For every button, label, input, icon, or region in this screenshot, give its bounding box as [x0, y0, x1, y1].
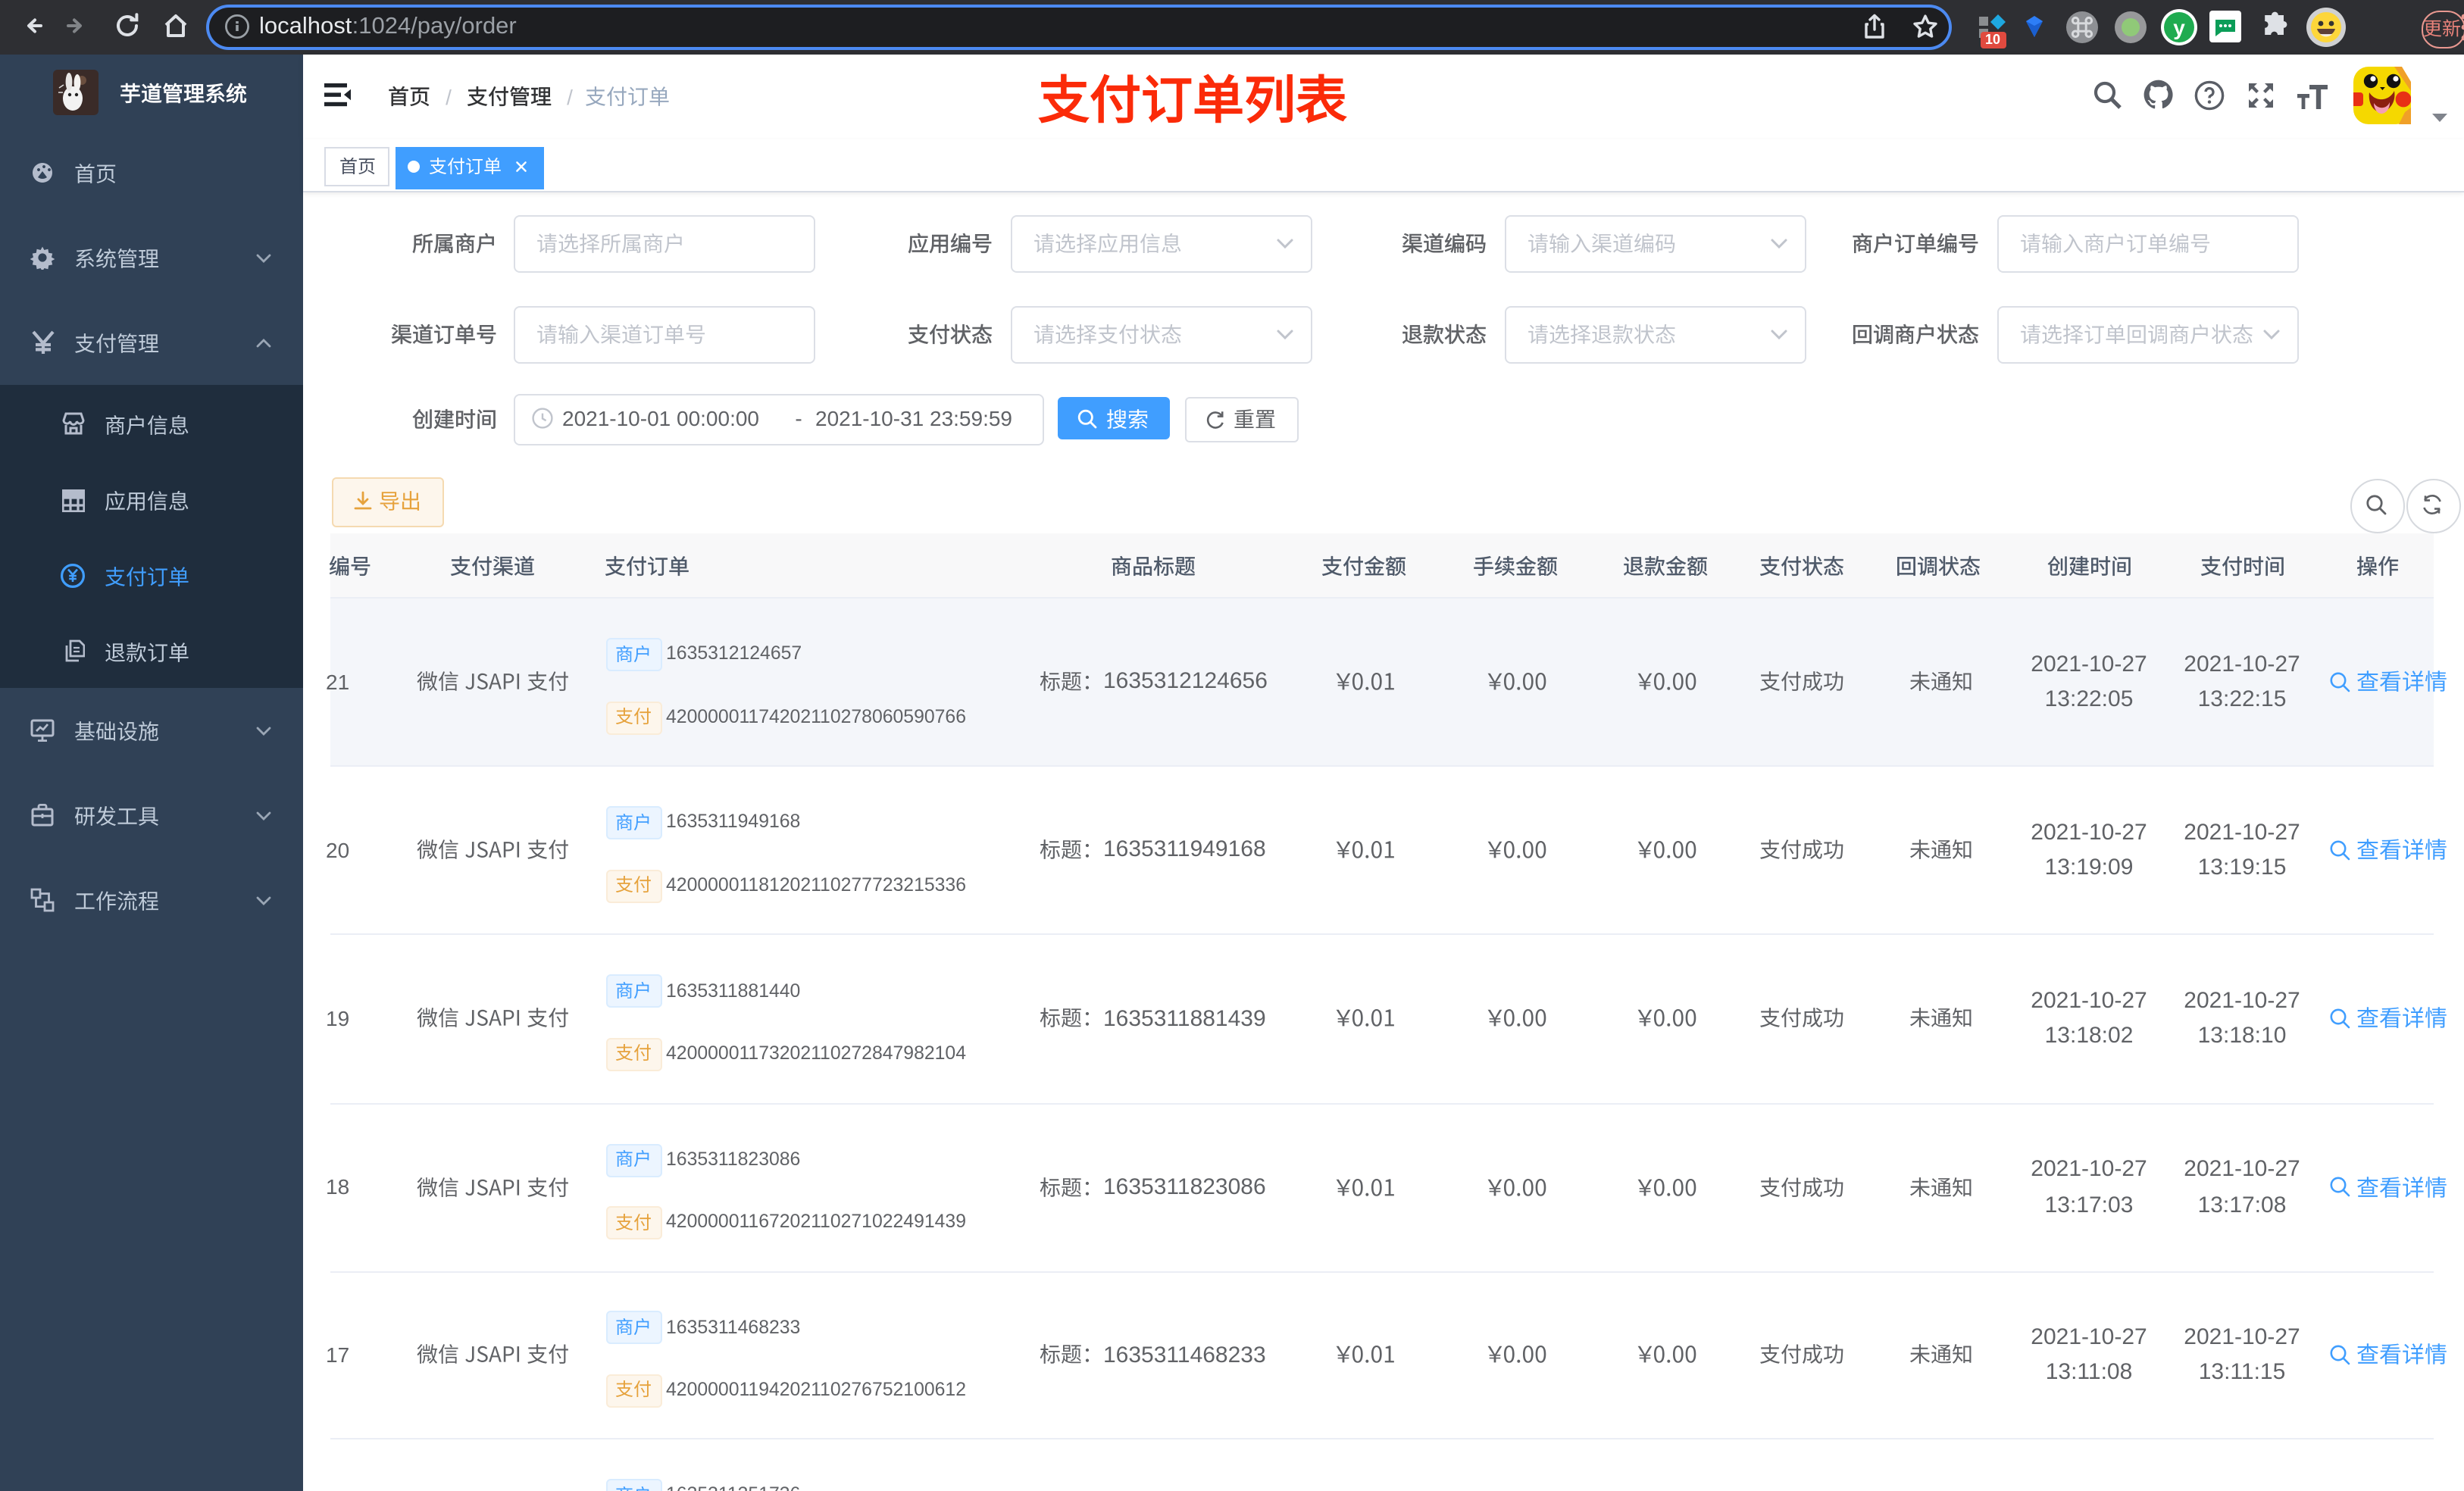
svg-text:y: y — [2173, 16, 2185, 39]
